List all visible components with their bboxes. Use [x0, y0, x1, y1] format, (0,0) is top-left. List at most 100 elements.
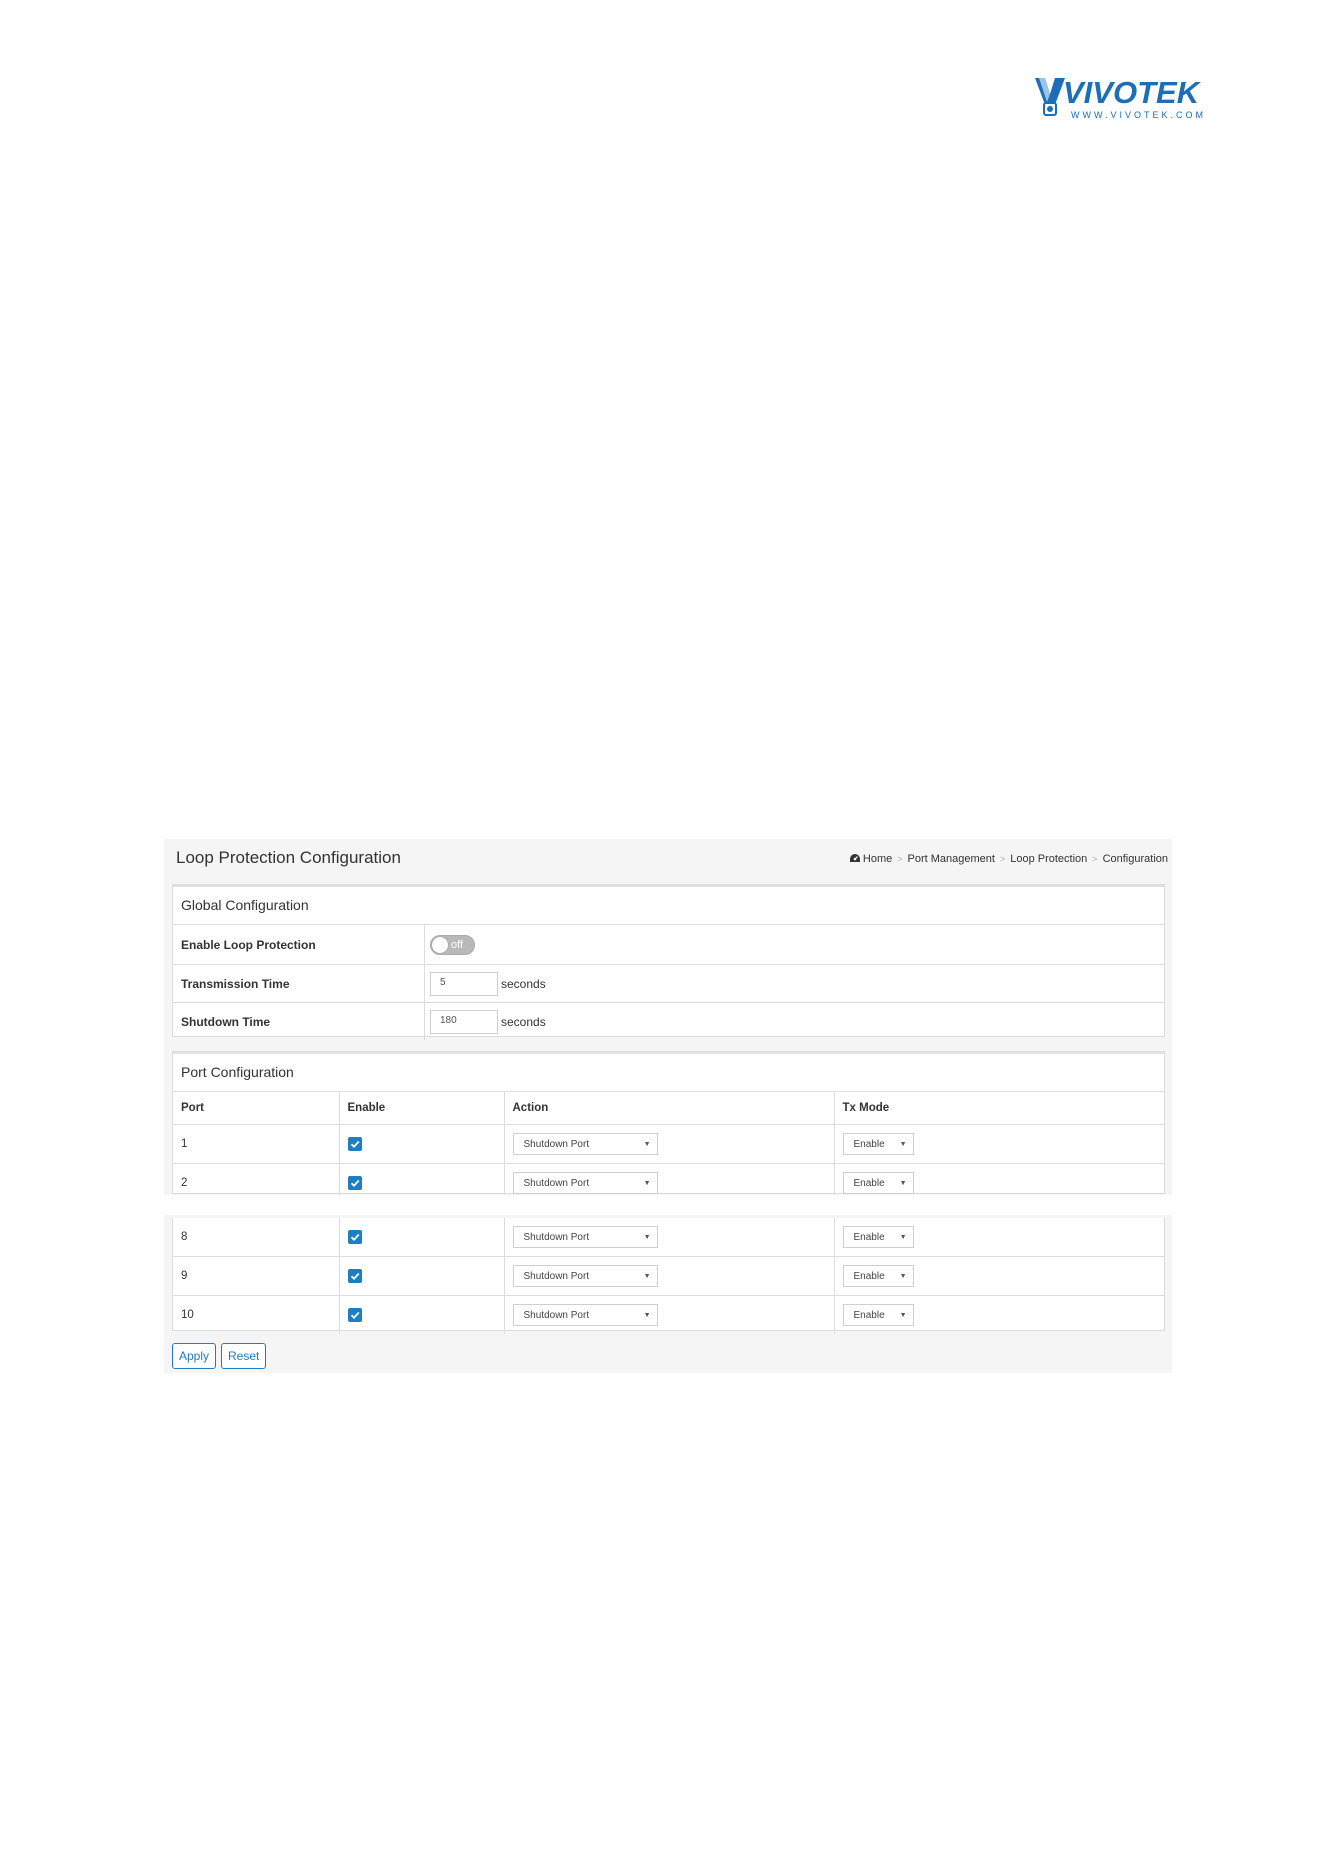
enable-loop-protection-label: Enable Loop Protection: [173, 925, 425, 964]
dashboard-icon[interactable]: [849, 853, 861, 868]
transmission-time-unit: seconds: [501, 976, 546, 991]
caret-down-icon: ▼: [643, 1272, 651, 1280]
caret-down-icon: ▼: [899, 1272, 907, 1280]
action-cell: Shutdown Port ▼: [504, 1256, 835, 1296]
port-number: 1: [173, 1124, 340, 1164]
loop-protection-panel: Loop Protection Configuration Home > Port …: [164, 839, 1172, 1373]
breadcrumb-loop-protection[interactable]: Loop Protection: [1010, 853, 1087, 865]
action-select[interactable]: Shutdown Port ▼: [512, 1226, 658, 1248]
reset-button[interactable]: Reset: [221, 1343, 267, 1369]
enable-checkbox[interactable]: [347, 1176, 362, 1190]
column-header-action: Action: [504, 1092, 835, 1125]
action-select-value: Shutdown Port: [523, 1270, 590, 1282]
caret-down-icon: ▼: [899, 1140, 907, 1148]
caret-down-icon: ▼: [643, 1179, 651, 1187]
port-configuration-table-continued: 8 Shutdown Port ▼ Enable ▼ 9 Shutdown Port ▼ Ena…: [173, 1218, 1164, 1334]
enable-cell: [339, 1218, 505, 1257]
enable-loop-protection-row: Enable Loop Protection off: [173, 925, 1164, 965]
column-header-port: Port: [173, 1092, 340, 1125]
page-title: Loop Protection Configuration: [176, 848, 401, 867]
caret-down-icon: ▼: [899, 1233, 907, 1241]
tx-mode-select[interactable]: Enable ▼: [842, 1133, 914, 1155]
global-configuration-heading: Global Configuration: [173, 885, 1164, 925]
transmission-time-label: Transmission Time: [173, 965, 425, 1002]
tx-mode-select[interactable]: Enable ▼: [842, 1172, 914, 1194]
tx-mode-select-value: Enable: [853, 1138, 885, 1150]
enable-checkbox[interactable]: [347, 1308, 362, 1322]
caret-down-icon: ▼: [899, 1179, 907, 1187]
caret-down-icon: ▼: [643, 1140, 651, 1148]
shutdown-time-input[interactable]: 180: [430, 1009, 498, 1034]
tx-mode-cell: Enable ▼: [834, 1124, 1164, 1164]
check-icon: [350, 1179, 359, 1187]
table-row: 8 Shutdown Port ▼ Enable ▼: [173, 1218, 1164, 1257]
cropped-gap: [164, 1195, 1172, 1215]
enable-loop-protection-toggle[interactable]: off: [430, 934, 475, 955]
caret-down-icon: ▼: [643, 1233, 651, 1241]
port-number: 8: [173, 1218, 340, 1257]
transmission-time-row: Transmission Time 5 seconds: [173, 965, 1164, 1003]
enable-cell: [339, 1256, 505, 1296]
breadcrumb-separator: >: [1092, 854, 1098, 864]
toggle-knob: [432, 936, 448, 953]
column-header-enable: Enable: [339, 1092, 505, 1125]
port-number: 10: [173, 1295, 340, 1334]
check-icon: [350, 1233, 359, 1241]
check-icon: [350, 1272, 359, 1280]
vivotek-logo: VIVOTEK WWW.VIVOTEK.COM: [1033, 72, 1203, 126]
tx-mode-select-value: Enable: [853, 1309, 885, 1321]
breadcrumb-separator: >: [897, 854, 903, 864]
action-select[interactable]: Shutdown Port ▼: [512, 1133, 658, 1155]
action-select[interactable]: Shutdown Port ▼: [512, 1265, 658, 1287]
port-configuration-box: Port Configuration Port Enable Action Tx…: [172, 1051, 1165, 1202]
port-configuration-box-continued: 8 Shutdown Port ▼ Enable ▼ 9 Shutdown Port ▼ Ena…: [172, 1218, 1165, 1334]
apply-button[interactable]: Apply: [172, 1343, 217, 1369]
global-configuration-box: Global Configuration Enable Loop Protect…: [172, 884, 1165, 1040]
caret-down-icon: ▼: [643, 1311, 651, 1319]
action-select[interactable]: Shutdown Port ▼: [512, 1304, 658, 1326]
action-select-value: Shutdown Port: [523, 1177, 590, 1189]
action-select-value: Shutdown Port: [523, 1309, 590, 1321]
vivotek-logo-mark-icon: [1035, 78, 1065, 116]
enable-cell: [339, 1295, 505, 1334]
tx-mode-select[interactable]: Enable ▼: [842, 1265, 914, 1287]
logo-wordmark: VIVOTEK: [1063, 75, 1200, 110]
breadcrumb-port-management[interactable]: Port Management: [908, 853, 995, 865]
tx-mode-cell: Enable ▼: [834, 1256, 1164, 1296]
tx-mode-select-value: Enable: [853, 1177, 885, 1189]
enable-checkbox[interactable]: [347, 1137, 362, 1151]
shutdown-time-unit: seconds: [501, 1014, 546, 1029]
column-header-tx-mode: Tx Mode: [834, 1092, 1164, 1125]
port-configuration-table: Port Enable Action Tx Mode 1 Shutdown Por…: [173, 1092, 1164, 1202]
table-row: 1 Shutdown Port ▼ Enable ▼: [173, 1124, 1164, 1164]
action-select-value: Shutdown Port: [523, 1231, 590, 1243]
tx-mode-select-value: Enable: [853, 1270, 885, 1282]
tx-mode-select[interactable]: Enable ▼: [842, 1304, 914, 1326]
logo-url: WWW.VIVOTEK.COM: [1071, 110, 1206, 120]
action-select-value: Shutdown Port: [523, 1138, 590, 1150]
enable-checkbox[interactable]: [347, 1230, 362, 1244]
action-cell: Shutdown Port ▼: [504, 1218, 835, 1257]
enable-cell: [339, 1124, 505, 1164]
tx-mode-select[interactable]: Enable ▼: [842, 1226, 914, 1248]
action-cell: Shutdown Port ▼: [504, 1124, 835, 1164]
port-configuration-heading: Port Configuration: [173, 1052, 1164, 1092]
tx-mode-cell: Enable ▼: [834, 1218, 1164, 1257]
table-row: 9 Shutdown Port ▼ Enable ▼: [173, 1256, 1164, 1296]
breadcrumb: Home > Port Management > Loop Protection > Con…: [849, 852, 1168, 868]
breadcrumb-home[interactable]: Home: [863, 853, 892, 865]
shutdown-time-label: Shutdown Time: [173, 1003, 425, 1040]
breadcrumb-configuration: Configuration: [1102, 853, 1168, 865]
check-icon: [350, 1311, 359, 1319]
transmission-time-input[interactable]: 5: [430, 971, 498, 996]
action-select[interactable]: Shutdown Port ▼: [512, 1172, 658, 1194]
toggle-state-label: off: [451, 938, 464, 951]
action-cell: Shutdown Port ▼: [504, 1295, 835, 1334]
port-number: 9: [173, 1256, 340, 1296]
tx-mode-cell: Enable ▼: [834, 1296, 1164, 1335]
enable-checkbox[interactable]: [347, 1269, 362, 1283]
check-icon: [350, 1140, 359, 1148]
shutdown-time-row: Shutdown Time 180 seconds: [173, 1003, 1164, 1040]
breadcrumb-separator: >: [999, 854, 1006, 864]
table-row: 10 Shutdown Port ▼ Enable ▼: [173, 1295, 1164, 1335]
